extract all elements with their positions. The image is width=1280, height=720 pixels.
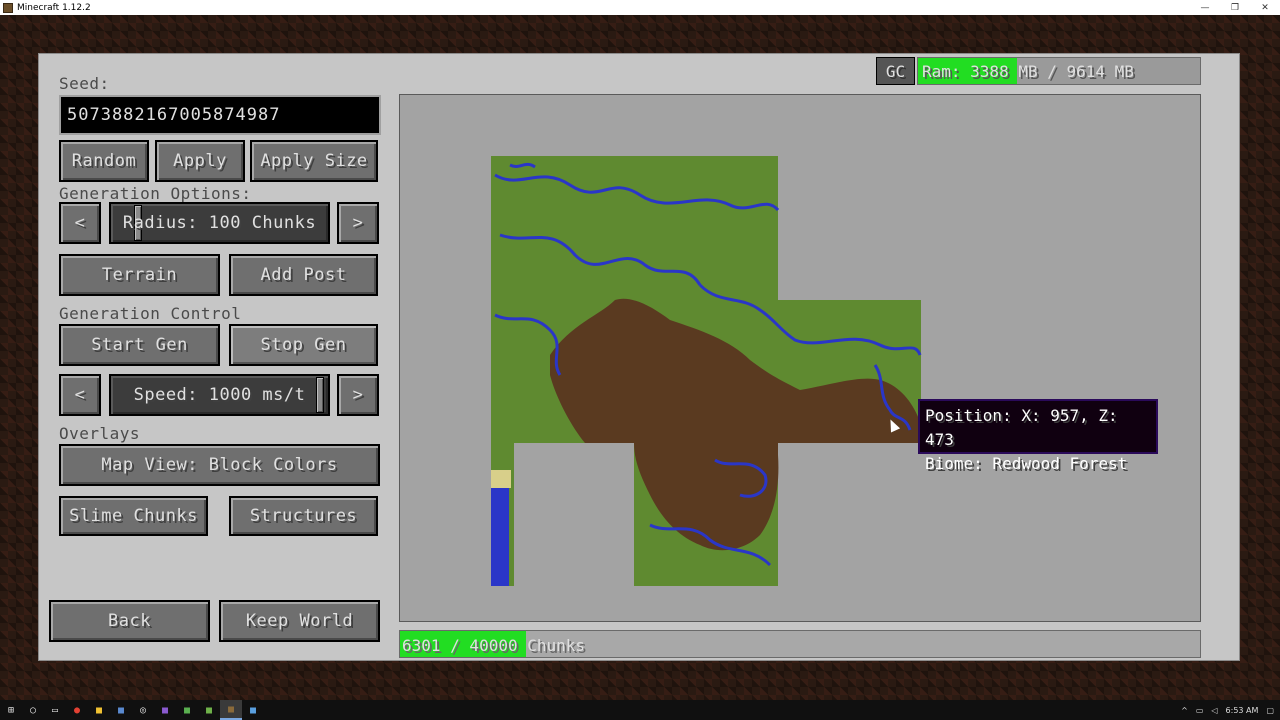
speed-slider[interactable]: Speed: 1000 ms/t bbox=[109, 374, 330, 416]
minecraft-icon[interactable]: ■ bbox=[198, 700, 220, 720]
app-icon[interactable]: ■ bbox=[176, 700, 198, 720]
keep-world-button[interactable]: Keep World bbox=[219, 600, 380, 642]
tooltip-biome: Biome: Redwood Forest bbox=[925, 454, 1128, 473]
speed-decrease-button[interactable]: < bbox=[59, 374, 101, 416]
generation-control-label: Generation Control bbox=[59, 304, 242, 323]
minecraft-active-icon[interactable]: ■ bbox=[220, 700, 242, 720]
app-icon[interactable]: ■ bbox=[242, 700, 264, 720]
notifications-icon[interactable]: ▢ bbox=[1266, 706, 1274, 715]
structures-button[interactable]: Structures bbox=[229, 496, 378, 536]
apply-button[interactable]: Apply bbox=[155, 140, 245, 182]
search-icon[interactable]: ○ bbox=[22, 700, 44, 720]
window-title: Minecraft 1.12.2 bbox=[17, 2, 91, 13]
window-titlebar: Minecraft 1.12.2 — ❐ ✕ bbox=[0, 0, 1280, 15]
radius-slider[interactable]: Radius: 100 Chunks bbox=[109, 202, 330, 244]
ram-usage-text: Ram: 3388 MB / 9614 MB bbox=[922, 62, 1134, 81]
clock[interactable]: 6:53 AM bbox=[1226, 706, 1259, 715]
task-view-icon[interactable]: ▭ bbox=[44, 700, 66, 720]
generation-options-label: Generation Options: bbox=[59, 184, 252, 203]
minimize-button[interactable]: — bbox=[1190, 0, 1220, 15]
tooltip-position: Position: X: 957, Z: 473 bbox=[925, 406, 1118, 449]
app-icon[interactable]: ■ bbox=[154, 700, 176, 720]
map-preview[interactable] bbox=[399, 94, 1201, 622]
minecraft-app-icon bbox=[3, 2, 13, 13]
chunk-progress-bar: 6301 / 40000 Chunks bbox=[399, 630, 1201, 658]
map-view-button[interactable]: Map View: Block Colors bbox=[59, 444, 380, 486]
random-button[interactable]: Random bbox=[59, 140, 149, 182]
back-button[interactable]: Back bbox=[49, 600, 210, 642]
windows-taskbar: ⊞ ○ ▭ ● ■ ■ ◎ ■ ■ ■ ■ ■ ^ ▭ ◁ 6:53 AM ▢ bbox=[0, 700, 1280, 720]
ram-usage-bar: Ram: 3388 MB / 9614 MB bbox=[917, 57, 1201, 85]
volume-icon[interactable]: ◁ bbox=[1211, 706, 1217, 715]
windows-start-icon[interactable]: ⊞ bbox=[0, 700, 22, 720]
chrome-icon[interactable]: ● bbox=[66, 700, 88, 720]
map-canvas bbox=[491, 156, 922, 586]
start-gen-button[interactable]: Start Gen bbox=[59, 324, 220, 366]
apply-size-button[interactable]: Apply Size bbox=[250, 140, 378, 182]
slime-chunks-button[interactable]: Slime Chunks bbox=[59, 496, 208, 536]
close-button[interactable]: ✕ bbox=[1250, 0, 1280, 15]
chunk-progress-text: 6301 / 40000 Chunks bbox=[402, 636, 586, 655]
seed-input[interactable]: 5073882167005874987 bbox=[59, 95, 381, 135]
radius-decrease-button[interactable]: < bbox=[59, 202, 101, 244]
stop-gen-button[interactable]: Stop Gen bbox=[229, 324, 378, 366]
system-tray: ^ ▭ ◁ 6:53 AM ▢ bbox=[1181, 700, 1274, 720]
add-post-button[interactable]: Add Post bbox=[229, 254, 378, 296]
map-tooltip: Position: X: 957, Z: 473 Biome: Redwood … bbox=[918, 399, 1158, 473]
radius-increase-button[interactable]: > bbox=[337, 202, 379, 244]
ocean-strip bbox=[491, 485, 509, 586]
seed-label: Seed: bbox=[59, 74, 110, 93]
maximize-button[interactable]: ❐ bbox=[1220, 0, 1250, 15]
overlays-label: Overlays bbox=[59, 424, 141, 443]
speed-slider-label: Speed: 1000 ms/t bbox=[133, 385, 306, 405]
radius-slider-label: Radius: 100 Chunks bbox=[122, 213, 317, 233]
tray-chevron-icon[interactable]: ^ bbox=[1181, 706, 1188, 715]
terrain-button[interactable]: Terrain bbox=[59, 254, 220, 296]
network-icon[interactable]: ▭ bbox=[1196, 706, 1204, 715]
gc-button[interactable]: GC bbox=[876, 57, 915, 85]
speed-increase-button[interactable]: > bbox=[337, 374, 379, 416]
sand-patch bbox=[491, 470, 511, 488]
file-explorer-icon[interactable]: ■ bbox=[88, 700, 110, 720]
speed-slider-handle[interactable] bbox=[316, 377, 324, 413]
app-icon[interactable]: ◎ bbox=[132, 700, 154, 720]
app-icon[interactable]: ■ bbox=[110, 700, 132, 720]
